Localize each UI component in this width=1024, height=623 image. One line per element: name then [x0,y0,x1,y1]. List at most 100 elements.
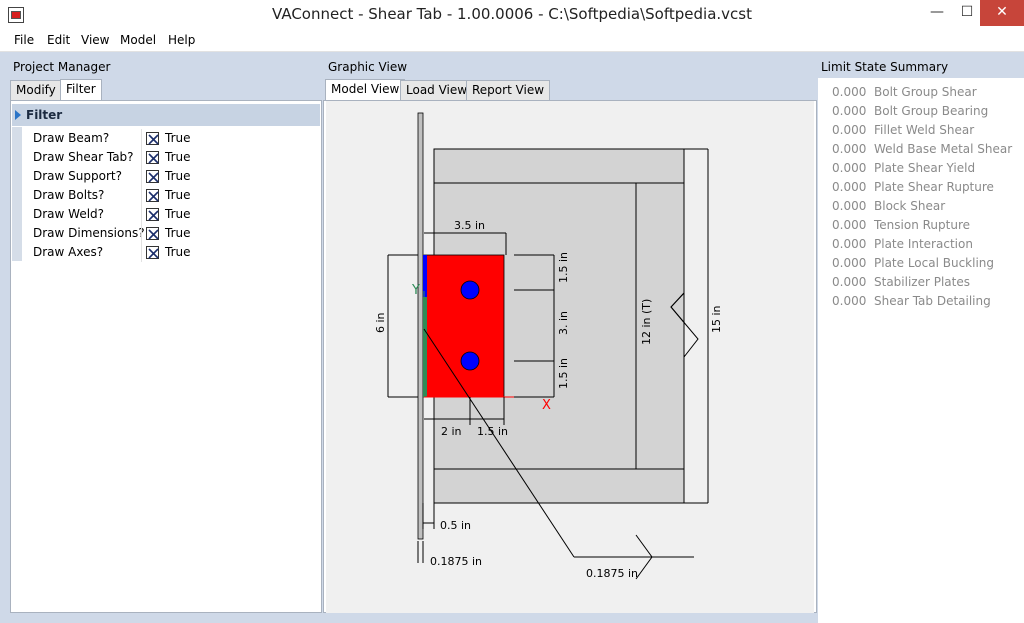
minimize-button[interactable]: — [922,0,952,26]
shear-tab-plate [423,254,505,398]
dim-label-plate-height: 6 in [374,312,387,333]
property-value: True [165,169,191,183]
property-grid-margin [12,127,22,261]
checkmark-x-icon [148,210,159,221]
tab-model-view[interactable]: Model View [325,79,406,100]
support-plate [417,112,424,540]
dim-label-depth: 12 in (T) [640,299,653,345]
menu-bar: File Edit View Model Help [0,30,1024,52]
limit-state-name: Plate Interaction [874,237,973,251]
property-checkbox[interactable] [146,132,159,145]
property-separator [141,243,142,262]
property-label: Draw Weld? [33,207,105,221]
property-row[interactable]: Draw Dimensions? True [33,224,323,243]
property-separator [141,186,142,205]
property-row[interactable]: Draw Bolts? True [33,186,323,205]
tab-load-view[interactable]: Load View [400,80,474,100]
menu-model[interactable]: Model [120,33,156,47]
limit-state-row: 0.000 Weld Base Metal Shear [818,140,1024,159]
property-value: True [165,245,191,259]
expand-arrow-icon[interactable] [15,110,21,120]
menu-edit[interactable]: Edit [47,33,70,47]
window-title: VAConnect - Shear Tab - 1.00.0006 - C:\S… [272,5,752,23]
property-label: Draw Support? [33,169,122,183]
limit-state-row: 0.000 Plate Local Buckling [818,254,1024,273]
shear-tab-drawing: X Y 3.5 in 1.5 in 3. in 1.5 in 6 in 2 in… [374,112,723,580]
limit-state-name: Tension Rupture [874,218,971,232]
dim-label-overall: 15 in [710,305,723,333]
menu-view[interactable]: View [81,33,109,47]
checkmark-x-icon [148,248,159,259]
property-label: Draw Dimensions? [33,226,145,240]
limit-state-value: 0.000 [832,294,867,308]
limit-state-value: 0.000 [832,104,867,118]
dim-label-support-thickness: 0.1875 in [430,555,482,568]
checkmark-x-icon [148,153,159,164]
dim-label-plate-width: 3.5 in [454,219,485,232]
property-separator [141,205,142,224]
project-manager-title: Project Manager [13,60,111,74]
menu-file[interactable]: File [14,33,34,47]
property-checkbox[interactable] [146,170,159,183]
limit-state-name: Weld Base Metal Shear [874,142,1013,156]
dim-label-bottom-edge: 1.5 in [557,358,570,389]
dim-label-bolt-from-support: 2 in [441,425,462,438]
limit-state-name: Plate Shear Rupture [874,180,994,194]
limit-state-row: 0.000 Bolt Group Bearing [818,102,1024,121]
limit-state-name: Plate Local Buckling [874,256,995,270]
property-row[interactable]: Draw Axes? True [33,243,323,262]
limit-state-value: 0.000 [832,123,867,137]
limit-state-row: 0.000 Plate Shear Rupture [818,178,1024,197]
maximize-button[interactable]: ☐ [952,0,982,26]
limit-state-value: 0.000 [832,256,867,270]
limit-state-row: 0.000 Shear Tab Detailing [818,292,1024,311]
property-label: Draw Axes? [33,245,104,259]
graphic-view-panel: X Y 3.5 in 1.5 in 3. in 1.5 in 6 in 2 in… [323,100,817,613]
limit-state-value: 0.000 [832,275,867,289]
limit-state-value: 0.000 [832,237,867,251]
limit-state-row: 0.000 Fillet Weld Shear [818,121,1024,140]
dim-label-weld-size: 0.1875 in [586,567,638,580]
limit-state-name: Shear Tab Detailing [874,294,991,308]
title-bar: VAConnect - Shear Tab - 1.00.0006 - C:\S… [0,0,1024,30]
tab-modify[interactable]: Modify [10,80,62,100]
property-row[interactable]: Draw Weld? True [33,205,323,224]
property-separator [141,224,142,243]
model-view-canvas[interactable]: X Y 3.5 in 1.5 in 3. in 1.5 in 6 in 2 in… [326,101,814,613]
limit-state-value: 0.000 [832,199,867,213]
limit-state-row: 0.000 Tension Rupture [818,216,1024,235]
property-checkbox[interactable] [146,246,159,259]
dim-label-bolt-spacing: 3. in [557,311,570,335]
x-axis-label: X [542,398,551,413]
checkmark-x-icon [148,229,159,240]
tab-filter[interactable]: Filter [60,79,102,100]
limit-state-value: 0.000 [832,180,867,194]
limit-state-name: Plate Shear Yield [874,161,976,175]
limit-state-summary-title: Limit State Summary [821,60,949,74]
property-separator [141,167,142,186]
property-row[interactable]: Draw Shear Tab? True [33,148,323,167]
tab-report-view[interactable]: Report View [466,80,551,100]
dim-label-setback: 0.5 in [440,519,471,532]
property-checkbox[interactable] [146,151,159,164]
property-value: True [165,226,191,240]
limit-state-name: Block Shear [874,199,946,213]
limit-state-name: Stabilizer Plates [874,275,970,289]
menu-help[interactable]: Help [168,33,195,47]
property-label: Draw Bolts? [33,188,105,202]
property-row[interactable]: Draw Support? True [33,167,323,186]
dim-label-top-edge: 1.5 in [557,252,570,283]
limit-state-row: 0.000 Plate Interaction [818,235,1024,254]
graphic-view-title: Graphic View [328,60,408,74]
property-row[interactable]: Draw Beam? True [33,129,323,148]
property-checkbox[interactable] [146,189,159,202]
limit-state-name: Bolt Group Shear [874,85,977,99]
limit-state-row: 0.000 Bolt Group Shear [818,83,1024,102]
property-checkbox[interactable] [146,227,159,240]
weld-top-segment [423,255,427,297]
filter-category-header[interactable]: Filter [12,104,320,126]
project-manager-panel: Filter Draw Beam? True Draw Shear Tab? True… [10,100,322,613]
property-checkbox[interactable] [146,208,159,221]
close-button[interactable]: ✕ [980,0,1024,26]
checkmark-x-icon [148,191,159,202]
